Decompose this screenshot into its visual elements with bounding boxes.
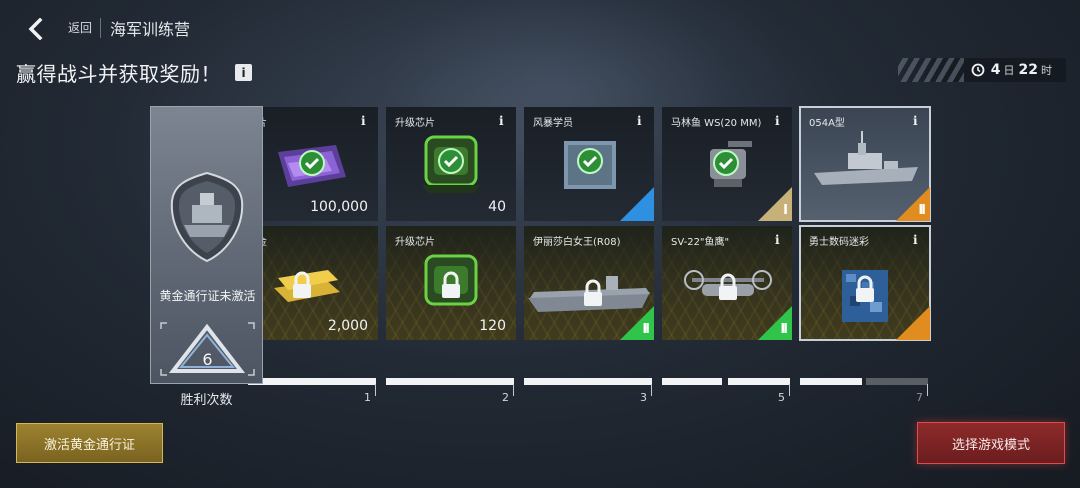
activate-gold-pass-button[interactable]: 激活黄金通行证: [16, 423, 163, 463]
tier-number: 7: [916, 391, 923, 404]
reward-title: 伊丽莎白女王(R08): [533, 237, 621, 248]
reward-title: 升级芯片: [395, 237, 435, 248]
tier-tick: [789, 384, 790, 396]
tier-progress-6: [800, 378, 862, 385]
tier-number: 1: [364, 391, 371, 404]
info-icon[interactable]: i: [913, 114, 921, 128]
reward-card-gold-4[interactable]: SV-22"鱼鹰" i II: [662, 226, 792, 340]
chevron-left-icon: [28, 18, 43, 40]
reward-title: 054A型: [809, 118, 845, 129]
reward-title: SV-22"鱼鹰": [671, 237, 730, 248]
tier-progress-4: [662, 378, 722, 385]
info-icon[interactable]: i: [235, 64, 252, 81]
subtitle-row: 赢得战斗并获取奖励！ i: [16, 58, 252, 87]
tier-tick: [375, 384, 376, 396]
reward-title: 风暴学员: [533, 118, 573, 129]
reward-card-free-1[interactable]: 片 i 100,000: [248, 107, 378, 221]
tier-progress-1: [248, 378, 376, 385]
tier-level-mark: II: [642, 322, 650, 337]
reward-card-gold-1[interactable]: 金 2,000: [248, 226, 378, 340]
back-button[interactable]: [18, 14, 54, 44]
info-icon[interactable]: i: [775, 233, 783, 247]
reward-title: 升级芯片: [395, 118, 435, 129]
reward-quantity: 100,000: [310, 199, 368, 215]
timer-hours-unit: 时: [1041, 64, 1052, 77]
season-timer: 4 日 22 时: [898, 58, 1066, 82]
reward-card-free-3[interactable]: 风暴学员 i: [524, 107, 654, 221]
top-bar: 返回 海军训练营: [0, 0, 1080, 58]
reward-card-gold-5[interactable]: 勇士数码迷彩 i: [799, 225, 931, 341]
tier-level-mark: II: [780, 322, 788, 337]
timer-hours: 22: [1018, 62, 1038, 78]
tier-tick: [513, 384, 514, 396]
tier-number: 3: [640, 391, 647, 404]
gold-pass-status: 黄金通行证未激活: [159, 289, 256, 303]
tier-number: 5: [778, 391, 785, 404]
info-icon[interactable]: i: [775, 114, 783, 128]
timer-stripes: [898, 58, 964, 82]
gold-pass-panel[interactable]: 黄金通行证未激活 6: [150, 106, 263, 384]
tier-tick: [651, 384, 652, 396]
select-game-mode-button[interactable]: 选择游戏模式: [917, 422, 1065, 464]
reward-card-free-2[interactable]: 升级芯片 i 40: [386, 107, 516, 221]
reward-quantity: 120: [479, 318, 506, 334]
back-label[interactable]: 返回: [60, 18, 102, 38]
tier-tick: [927, 384, 928, 396]
wins-count: 6: [202, 350, 213, 369]
reward-quantity: 2,000: [327, 318, 368, 334]
clock-icon: [971, 63, 985, 77]
wins-label: 胜利次数: [180, 393, 233, 408]
tier-level-mark: II: [918, 203, 926, 218]
page-title: 海军训练营: [110, 20, 191, 39]
tier-progress-2: [386, 378, 514, 385]
tier-level-mark: I: [783, 203, 788, 218]
info-icon[interactable]: i: [913, 233, 921, 247]
tier-progress-3: [524, 378, 652, 385]
timer-days: 4: [990, 62, 1001, 78]
reward-quantity: 40: [488, 199, 506, 215]
reward-title: 马林鱼 WS(20 MM): [671, 118, 762, 129]
subtitle: 赢得战斗并获取奖励！: [16, 62, 221, 86]
info-icon[interactable]: i: [499, 114, 507, 128]
info-icon[interactable]: i: [637, 114, 645, 128]
reward-title: 勇士数码迷彩: [809, 237, 869, 248]
tier-number: 2: [502, 391, 509, 404]
tier-progress-5: [728, 378, 790, 385]
reward-card-gold-3[interactable]: 伊丽莎白女王(R08) II: [524, 226, 654, 340]
timer-days-unit: 日: [1003, 64, 1015, 77]
reward-card-free-4[interactable]: 马林鱼 WS(20 MM) i I: [662, 107, 792, 221]
reward-card-gold-2[interactable]: 升级芯片 120: [386, 226, 516, 340]
tier-progress-7: [866, 378, 928, 385]
info-icon[interactable]: i: [361, 114, 369, 128]
shield-emblem-icon: [170, 171, 244, 263]
reward-card-free-5[interactable]: 054A型 i II: [799, 106, 931, 222]
